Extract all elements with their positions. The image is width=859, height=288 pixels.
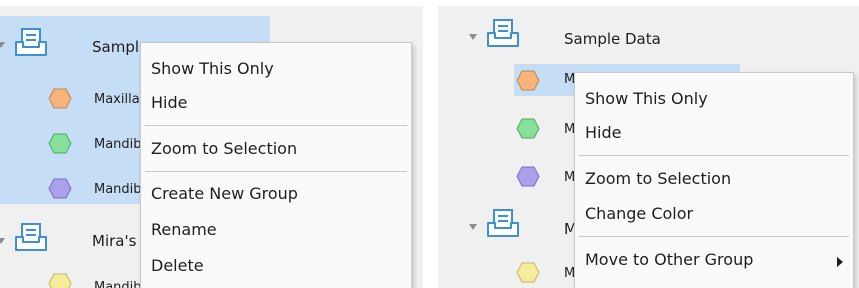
menu-item-hide[interactable]: Hide <box>585 123 621 142</box>
menu-separator <box>579 155 849 156</box>
left-object-panel: Sampl Maxilla Mandib Mandib Mira's Mandi… <box>0 6 423 288</box>
menu-separator <box>579 236 849 237</box>
menu-item-rename[interactable]: Rename <box>151 220 217 239</box>
menu-item-change-color[interactable]: Change Color <box>585 204 693 223</box>
menu-separator <box>145 125 407 126</box>
tray-icon <box>15 28 47 56</box>
context-menu: Show This Only Hide Zoom to Selection Ch… <box>574 72 854 288</box>
group-label[interactable]: Mira's <box>92 232 136 250</box>
hexagon-icon <box>516 262 540 283</box>
item-label[interactable]: Mandib <box>94 280 142 288</box>
hexagon-icon <box>516 166 540 187</box>
right-object-panel: Sample Data M M M M M Show This Only Hid… <box>438 6 859 288</box>
tray-icon <box>487 209 519 237</box>
expand-arrow-icon[interactable] <box>0 238 5 244</box>
menu-item-zoom-to-selection[interactable]: Zoom to Selection <box>151 139 297 158</box>
hexagon-icon <box>48 178 72 199</box>
expand-arrow-icon[interactable] <box>0 42 5 48</box>
tray-icon <box>15 223 47 251</box>
item-label[interactable]: Mandib <box>94 137 142 152</box>
hexagon-icon <box>48 133 72 154</box>
menu-item-move-to-other-group[interactable]: Move to Other Group <box>585 250 753 269</box>
hexagon-icon <box>516 70 540 91</box>
group-label[interactable]: Sample Data <box>564 30 661 48</box>
hexagon-icon <box>48 88 72 109</box>
hexagon-icon <box>516 118 540 139</box>
menu-item-zoom-to-selection[interactable]: Zoom to Selection <box>585 169 731 188</box>
menu-item-hide[interactable]: Hide <box>151 93 187 112</box>
tray-icon <box>487 19 519 47</box>
submenu-arrow-icon <box>837 257 843 267</box>
menu-item-show-this-only[interactable]: Show This Only <box>585 89 708 108</box>
menu-item-create-new-group[interactable]: Create New Group <box>151 184 298 203</box>
hexagon-icon <box>48 273 72 288</box>
expand-arrow-icon[interactable] <box>469 34 477 40</box>
item-label[interactable]: Maxilla <box>94 92 140 107</box>
group-label[interactable]: Sampl <box>92 38 139 56</box>
item-label[interactable]: Mandib <box>94 182 142 197</box>
menu-item-delete[interactable]: Delete <box>151 256 204 275</box>
expand-arrow-icon[interactable] <box>469 224 477 230</box>
menu-item-show-this-only[interactable]: Show This Only <box>151 59 274 78</box>
context-menu: Show This Only Hide Zoom to Selection Cr… <box>140 42 412 288</box>
menu-separator <box>145 171 407 172</box>
